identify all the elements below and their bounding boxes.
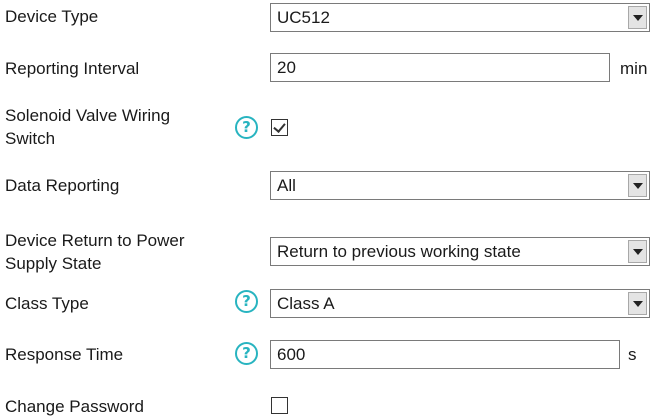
class-type-value: Class A	[277, 294, 335, 313]
device-type-value: UC512	[277, 8, 330, 27]
change-password-label: Change Password	[5, 397, 144, 416]
response-time-unit: s	[628, 345, 637, 364]
dropdown-arrow-icon[interactable]	[628, 292, 647, 315]
response-time-input[interactable]: 600	[270, 340, 620, 369]
solenoid-valve-checkbox[interactable]	[271, 119, 288, 136]
data-reporting-label: Data Reporting	[5, 176, 120, 195]
data-reporting-value: All	[277, 176, 296, 195]
checkmark-icon	[273, 120, 286, 133]
data-reporting-select[interactable]: All	[270, 171, 650, 200]
reporting-interval-label: Reporting Interval	[5, 59, 140, 78]
dropdown-arrow-icon[interactable]	[628, 6, 647, 29]
dropdown-arrow-icon[interactable]	[628, 240, 647, 263]
reporting-interval-input[interactable]: 20	[270, 53, 610, 82]
power-return-value: Return to previous working state	[277, 242, 521, 261]
power-return-label-line1: Device Return to Power	[5, 231, 185, 250]
help-icon[interactable]: ?	[235, 116, 258, 139]
help-icon[interactable]: ?	[235, 290, 258, 313]
power-return-label-line2: Supply State	[5, 254, 102, 273]
change-password-checkbox[interactable]	[271, 397, 288, 414]
reporting-interval-value: 20	[277, 58, 296, 77]
reporting-interval-unit: min	[620, 59, 648, 78]
response-time-value: 600	[277, 345, 306, 364]
solenoid-valve-label-line1: Solenoid Valve Wiring	[5, 106, 171, 125]
device-type-label: Device Type	[5, 7, 99, 26]
class-type-label: Class Type	[5, 294, 89, 313]
power-return-select[interactable]: Return to previous working state	[270, 237, 650, 266]
class-type-select[interactable]: Class A	[270, 289, 650, 318]
dropdown-arrow-icon[interactable]	[628, 174, 647, 197]
solenoid-valve-label-line2: Switch	[5, 129, 56, 148]
device-type-select[interactable]: UC512	[270, 3, 650, 32]
help-icon[interactable]: ?	[235, 342, 258, 365]
response-time-label: Response Time	[5, 345, 124, 364]
